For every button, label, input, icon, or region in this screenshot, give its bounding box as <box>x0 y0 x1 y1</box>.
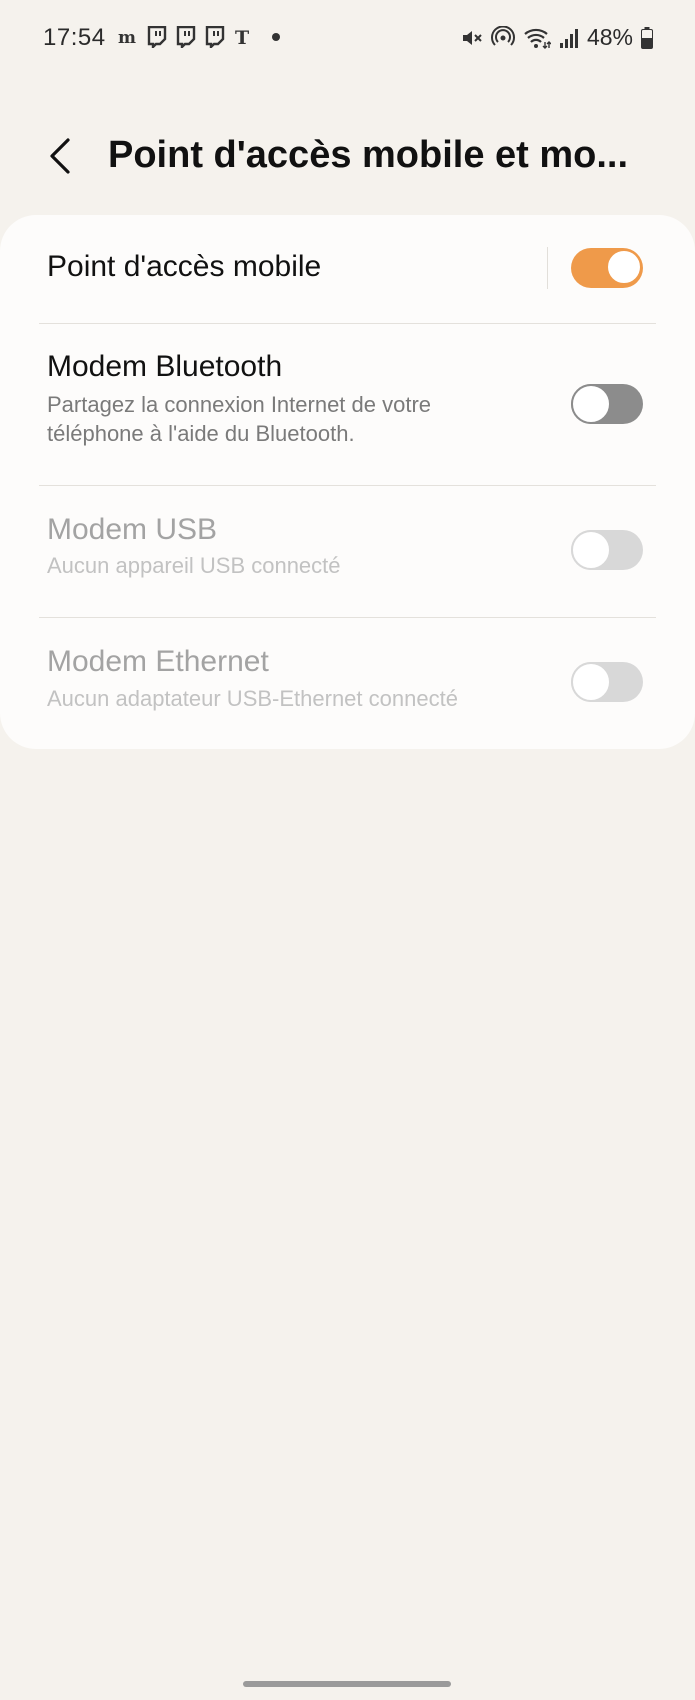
back-button[interactable] <box>38 132 82 180</box>
mobile-hotspot-label: Point d'accès mobile <box>47 250 322 283</box>
mobile-hotspot-toggle[interactable] <box>571 248 643 288</box>
twitch-icon <box>175 25 197 49</box>
more-notifications-dot <box>272 33 280 41</box>
hotspot-icon <box>490 25 515 51</box>
battery-percent: 48% <box>586 24 633 50</box>
twitch-icon <box>204 25 226 49</box>
bluetooth-tethering-label: Modem Bluetooth <box>47 350 283 383</box>
twitch-icon <box>146 25 168 49</box>
toggle-knob <box>606 249 642 285</box>
ethernet-tethering-row: Modem Ethernet Aucun adaptateur USB-Ethe… <box>0 618 695 749</box>
mute-icon <box>461 25 483 51</box>
ethernet-tethering-label: Modem Ethernet <box>47 645 269 678</box>
usb-tethering-toggle <box>571 530 643 570</box>
home-indicator[interactable] <box>243 1681 451 1687</box>
monde-app-icon: m <box>117 25 139 49</box>
notification-icons: m T <box>117 25 280 49</box>
svg-text:m: m <box>118 28 136 47</box>
toggle-knob <box>571 530 611 570</box>
usb-tethering-description: Aucun appareil USB connecté <box>47 553 341 578</box>
usb-tethering-row: Modem USB Aucun appareil USB connecté <box>0 486 695 617</box>
page-title: Point d'accès mobile et mo... <box>108 134 629 176</box>
ethernet-tethering-description: Aucun adaptateur USB-Ethernet connecté <box>47 686 458 711</box>
battery-icon <box>641 25 653 51</box>
status-bar: 17:54 m T 48% <box>0 0 695 80</box>
usb-tethering-label: Modem USB <box>47 513 218 546</box>
bluetooth-tethering-row[interactable]: Modem Bluetooth Partagez la connexion In… <box>0 324 695 485</box>
signal-icon <box>559 25 579 51</box>
ethernet-tethering-toggle <box>571 662 643 702</box>
bluetooth-tethering-toggle[interactable] <box>571 384 643 424</box>
toggle-knob <box>571 662 611 702</box>
system-icons: 48% <box>461 24 653 51</box>
row-separator <box>547 247 548 289</box>
toggle-knob <box>571 384 611 424</box>
svg-text:T: T <box>235 27 249 48</box>
wifi-icon <box>523 25 551 51</box>
nytimes-icon: T <box>233 25 255 49</box>
back-arrow-icon <box>50 138 70 174</box>
mobile-hotspot-row[interactable]: Point d'accès mobile <box>0 215 695 323</box>
bluetooth-tethering-description: Partagez la connexion Internet de votre … <box>47 392 432 446</box>
status-time: 17:54 <box>43 24 106 51</box>
settings-card: Point d'accès mobile Modem Bluetooth Par… <box>0 215 695 749</box>
app-header: Point d'accès mobile et mo... <box>0 120 695 190</box>
